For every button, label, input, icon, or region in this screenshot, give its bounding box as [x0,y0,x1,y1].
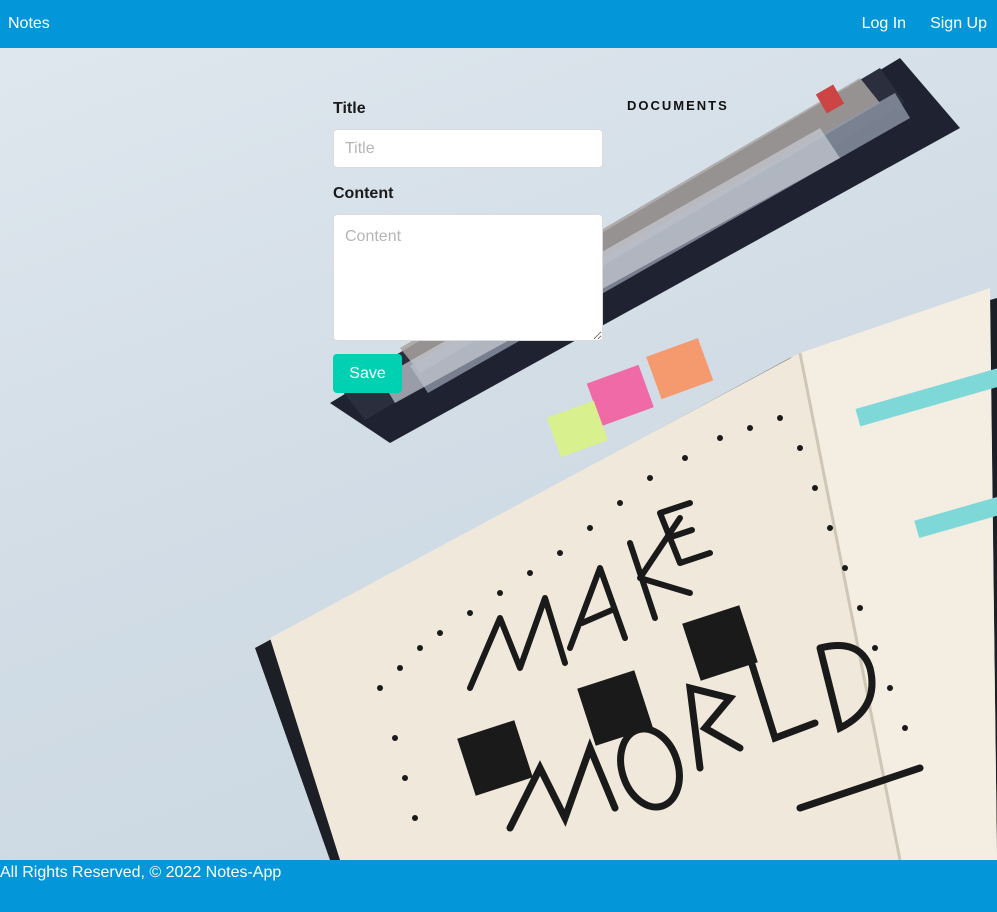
navbar: Notes Log In Sign Up [0,0,997,48]
note-form: Title Content Save [333,100,603,393]
title-input[interactable] [333,129,603,168]
hero-section: Title Content Save DOCUMENTS [0,48,997,860]
login-link[interactable]: Log In [862,15,906,33]
title-label: Title [333,100,366,117]
documents-heading: DOCUMENTS [627,98,729,113]
content-label: Content [333,185,394,202]
content-textarea[interactable] [333,214,603,341]
footer: All Rights Reserved, © 2022 Notes-App [0,860,997,912]
brand-link[interactable]: Notes [8,15,50,33]
nav-actions: Log In Sign Up [862,15,987,33]
footer-text: All Rights Reserved, © 2022 Notes-App [0,864,282,881]
save-button[interactable]: Save [333,354,402,393]
signup-link[interactable]: Sign Up [930,15,987,33]
